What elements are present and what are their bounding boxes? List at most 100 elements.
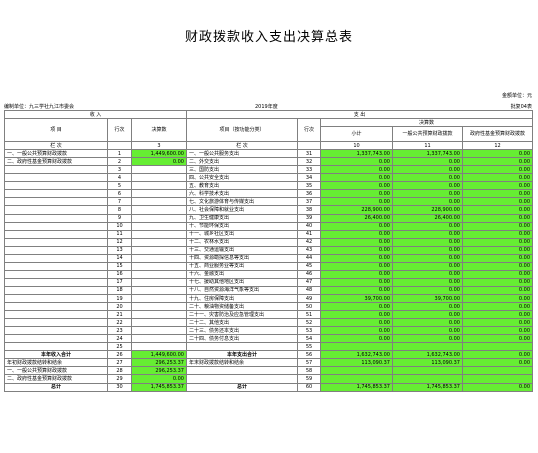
- expense-gov-fund: 0.00: [461, 302, 534, 312]
- income-row-no: 7: [107, 197, 132, 207]
- expense-subtotal: 0.00: [320, 221, 393, 231]
- lanci-blank-right: [297, 141, 321, 151]
- table-row: 25 55: [4, 342, 534, 352]
- income-amount: 0.00: [131, 374, 187, 384]
- expense-row-no: 54: [297, 334, 321, 344]
- table-row: 24 二十四、债务付息支出 54 0.00 0.00 0.00: [4, 334, 534, 344]
- income-row-no: 3: [107, 165, 132, 175]
- expense-gov-fund: 0.00: [461, 318, 534, 328]
- income-row-no: 14: [107, 253, 132, 263]
- expense-subtotal: 228,900.00: [320, 205, 393, 215]
- expense-subtotal: 1,745,853.37: [320, 382, 393, 392]
- lanci-label-right: 栏 次: [186, 141, 298, 151]
- table-row: 二、政府性基金预算财政拨款 2 0.00 二、外交支出 32 0.00 0.00 0.00: [4, 157, 534, 167]
- income-row-no: 1: [107, 149, 132, 159]
- income-amount: [131, 253, 187, 263]
- income-row-no: 21: [107, 310, 132, 320]
- income-item: [4, 302, 108, 312]
- col-3-label: 3: [131, 141, 187, 151]
- income-item: [4, 205, 108, 215]
- expense-subtotal: 0.00: [320, 229, 393, 239]
- income-rowno-header: 行次: [107, 118, 132, 143]
- table-row: 3 三、国防支出 33 0.00 0.00 0.00: [4, 165, 534, 175]
- table-row: 5 五、教育支出 35 0.00 0.00 0.00: [4, 181, 534, 191]
- income-row-no: 17: [107, 277, 132, 287]
- expense-row-no: 50: [297, 302, 321, 312]
- expense-item: 十一、城乡社区支出: [186, 229, 298, 239]
- expense-gov-fund: 0.00: [461, 285, 534, 295]
- income-row-no: 16: [107, 269, 132, 279]
- income-amount: [131, 237, 187, 247]
- expense-row-no: 57: [297, 358, 321, 368]
- income-item: 一、一般公共预算财政拨款: [4, 366, 108, 376]
- income-row-no: 24: [107, 334, 132, 344]
- expense-gov-fund: 0.00: [461, 189, 534, 199]
- expense-item: 总计: [186, 382, 298, 392]
- report-title: 财政拨款收入支出决算总表: [184, 30, 353, 45]
- expense-item: 五、教育支出: [186, 181, 298, 191]
- income-row-no: 23: [107, 326, 132, 336]
- income-item: [4, 334, 108, 344]
- income-item: [4, 237, 108, 247]
- income-item: 一、一般公共预算财政拨款: [4, 149, 108, 159]
- table-row: 4 四、公共安全支出 34 0.00 0.00 0.00: [4, 173, 534, 183]
- unit-label: 金额单位：元: [501, 93, 532, 99]
- income-item: [4, 269, 108, 279]
- expense-header: 支 出: [185, 109, 534, 120]
- lanci-label: 栏 次: [4, 141, 108, 151]
- expense-general-budget: [392, 374, 463, 384]
- expense-row-no: 48: [297, 285, 321, 295]
- table-row: 一、一般公共预算财政拨款 1 1,449,600.00 一、一般公共服务支出 31 1,3…: [4, 149, 534, 159]
- expense-subtotal: 0.00: [320, 318, 393, 328]
- expense-gov-fund: 0.00: [461, 213, 534, 223]
- expense-item: 十七、援助其他地区支出: [186, 277, 298, 287]
- income-row-no: 26: [107, 350, 132, 360]
- income-amount: 1,449,600.00: [131, 149, 187, 159]
- expense-item: 年末财政拨款结转和结余: [186, 358, 298, 368]
- expense-general-budget: 0.00: [392, 277, 463, 287]
- expense-item: 十八、自然资源海洋气象等支出: [186, 285, 298, 295]
- expense-general-budget: 0.00: [392, 229, 463, 239]
- expense-general-budget: 0.00: [392, 165, 463, 175]
- income-amount: 0.00: [131, 157, 187, 167]
- expense-row-no: 40: [297, 221, 321, 231]
- income-row-no: 20: [107, 302, 132, 312]
- expense-general-budget: 1,632,743.00: [392, 350, 463, 360]
- income-amount: [131, 165, 187, 175]
- income-amount: [131, 277, 187, 287]
- expense-rowno-header: 行次: [297, 118, 321, 143]
- expense-subtotal: 0.00: [320, 245, 393, 255]
- income-row-no: 11: [107, 229, 132, 239]
- expense-row-no: 56: [297, 350, 321, 360]
- expense-gov-fund: 0.00: [461, 149, 534, 159]
- expense-item: 十九、住房保障支出: [186, 293, 298, 304]
- gov-fund-header: 政府性基金预算财政拨款: [461, 126, 534, 143]
- expense-item: 八、社会保障和就业支出: [186, 205, 298, 215]
- expense-subtotal: [320, 374, 393, 384]
- settle-header: 决算数: [319, 118, 534, 128]
- income-row-no: 12: [107, 237, 132, 247]
- income-item: [4, 326, 108, 336]
- expense-item-header: 项目（按功能分类）: [186, 118, 298, 143]
- expense-gov-fund: [461, 366, 534, 376]
- budget-table: 收 入 支 出 项 目 行次 决算数 项目（按功能分类） 行次 决算数 小计 一…: [4, 109, 534, 392]
- income-item: [4, 293, 108, 304]
- expense-item: 二十二、其他支出: [186, 318, 298, 328]
- income-row-no: 29: [107, 374, 132, 384]
- expense-general-budget: 113,090.37: [392, 358, 463, 368]
- income-item: 总计: [4, 382, 108, 392]
- income-item: [4, 221, 108, 231]
- expense-general-budget: 1,745,853.37: [392, 382, 463, 392]
- expense-gov-fund: 0.00: [461, 205, 534, 215]
- expense-gov-fund: 0.00: [461, 229, 534, 239]
- table-row: 17 十七、援助其他地区支出 47 0.00 0.00 0.00: [4, 277, 534, 287]
- expense-general-budget: 0.00: [392, 326, 463, 336]
- expense-subtotal: 0.00: [320, 326, 393, 336]
- income-item: [4, 181, 108, 191]
- table-row: 23 二十三、债务还本支出 53 0.00 0.00 0.00: [4, 326, 534, 336]
- expense-item: 六、科学技术支出: [186, 189, 298, 199]
- expense-gov-fund: 0.00: [461, 237, 534, 247]
- table-row: 年初财政拨款结转和结余 27 296,253.37 年末财政拨款结转和结余 57 113,…: [4, 358, 534, 368]
- expense-subtotal: [320, 342, 393, 352]
- expense-row-no: 53: [297, 326, 321, 336]
